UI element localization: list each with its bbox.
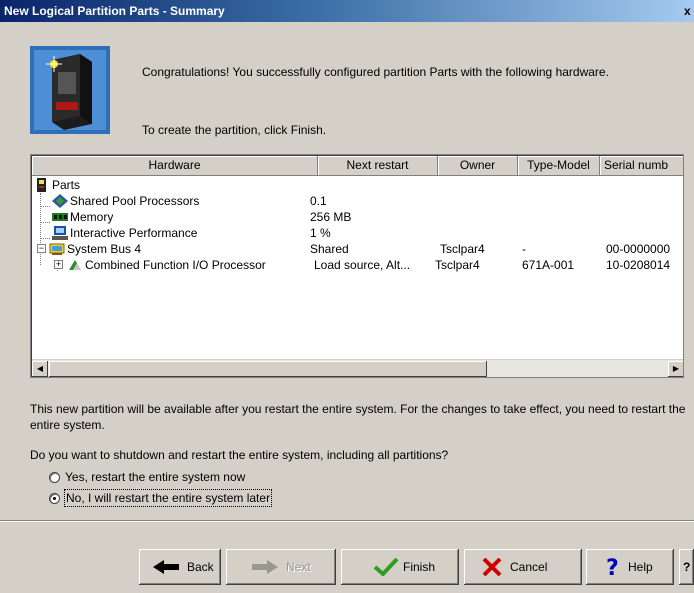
finish-button[interactable]: Finish [341, 549, 459, 585]
back-button[interactable]: Back [139, 549, 221, 585]
partition-icon [37, 178, 46, 192]
help-label: Help [628, 560, 653, 574]
radio-indicator[interactable] [49, 493, 60, 504]
overflow-help-button[interactable]: ? [679, 549, 694, 585]
scroll-thumb[interactable] [49, 361, 487, 377]
cancel-label: Cancel [510, 560, 548, 574]
svg-text:?: ? [606, 558, 619, 576]
processor-icon [52, 194, 68, 208]
row-type-model: - [522, 242, 526, 256]
table-row[interactable]: Parts [32, 177, 683, 193]
memory-icon [52, 213, 68, 221]
radio-label[interactable]: No, I will restart the entire system lat… [63, 489, 273, 507]
io-processor-icon [69, 260, 81, 270]
server-illustration [30, 46, 110, 134]
row-owner: Tsclpar4 [435, 258, 480, 272]
scroll-left-button[interactable]: ◀ [32, 361, 48, 377]
overflow-label: ? [683, 560, 691, 574]
column-header-next-restart[interactable]: Next restart [318, 156, 438, 176]
row-next-restart: 0.1 [310, 194, 327, 208]
scroll-right-button[interactable]: ▶ [668, 361, 683, 377]
intro-text: Congratulations! You successfully config… [142, 64, 662, 137]
arrow-right-icon [252, 560, 278, 574]
row-serial: 10-0208014 [606, 258, 671, 272]
separator [0, 520, 694, 522]
x-icon [482, 558, 502, 576]
intro-line-2: To create the partition, click Finish. [142, 123, 327, 137]
column-header-type-model[interactable]: Type-Model [518, 156, 600, 176]
checkmark-icon [373, 558, 399, 576]
row-next-restart: Load source, Alt... [314, 258, 411, 272]
column-header-owner[interactable]: Owner [438, 156, 518, 176]
row-name: Parts [52, 178, 81, 192]
close-button[interactable]: x [684, 4, 694, 18]
table-row[interactable]: + Combined Function I/O Processor Load s… [32, 257, 683, 273]
table-row[interactable]: − System Bus 4 Shared Tsclpar4 - 00-0000… [32, 241, 683, 257]
window-title: New Logical Partition Parts - Summary [4, 4, 225, 18]
collapse-toggle[interactable]: − [37, 244, 46, 253]
row-serial: 00-0000000 [606, 242, 671, 256]
row-next-restart: 256 MB [310, 210, 352, 224]
row-next-restart: Shared [310, 242, 349, 256]
expand-toggle[interactable]: + [54, 260, 63, 269]
column-header-serial-number[interactable]: Serial numb [600, 156, 683, 176]
system-bus-icon [49, 243, 65, 255]
terminal-icon [52, 226, 68, 240]
restart-info: This new partition will be available aft… [30, 402, 686, 432]
row-name: Memory [70, 210, 114, 224]
row-name: System Bus 4 [67, 242, 142, 256]
row-name: Combined Function I/O Processor [85, 258, 266, 272]
arrow-left-icon [153, 560, 179, 574]
table-row[interactable]: Shared Pool Processors 0.1 [32, 193, 683, 209]
hardware-table[interactable]: Hardware Next restart Owner Type-Model S… [30, 154, 684, 378]
row-owner: Tsclpar4 [440, 242, 485, 256]
column-header-hardware[interactable]: Hardware [32, 156, 318, 176]
radio-indicator[interactable] [49, 472, 60, 483]
help-question-icon: ? [606, 558, 619, 576]
restart-question: Do you want to shutdown and restart the … [30, 448, 449, 462]
table-row[interactable]: Memory 256 MB [32, 209, 683, 225]
table-row[interactable]: Interactive Performance 1 % [32, 225, 683, 241]
title-bar: New Logical Partition Parts - Summary x [0, 0, 694, 22]
horizontal-scrollbar[interactable]: ◀ ▶ [32, 359, 683, 377]
intro-line-1: Congratulations! You successfully config… [142, 65, 609, 79]
next-button[interactable]: Next [226, 549, 336, 585]
radio-label[interactable]: Yes, restart the entire system now [65, 469, 245, 485]
row-type-model: 671A-001 [522, 258, 575, 272]
row-next-restart: 1 % [310, 226, 331, 240]
next-label: Next [286, 560, 311, 574]
finish-label: Finish [403, 560, 436, 574]
cancel-button[interactable]: Cancel [464, 549, 582, 585]
row-name: Interactive Performance [70, 226, 198, 240]
help-button[interactable]: ? Help [586, 549, 674, 585]
row-name: Shared Pool Processors [70, 194, 200, 208]
table-header: Hardware Next restart Owner Type-Model S… [32, 156, 683, 176]
back-label: Back [187, 560, 214, 574]
